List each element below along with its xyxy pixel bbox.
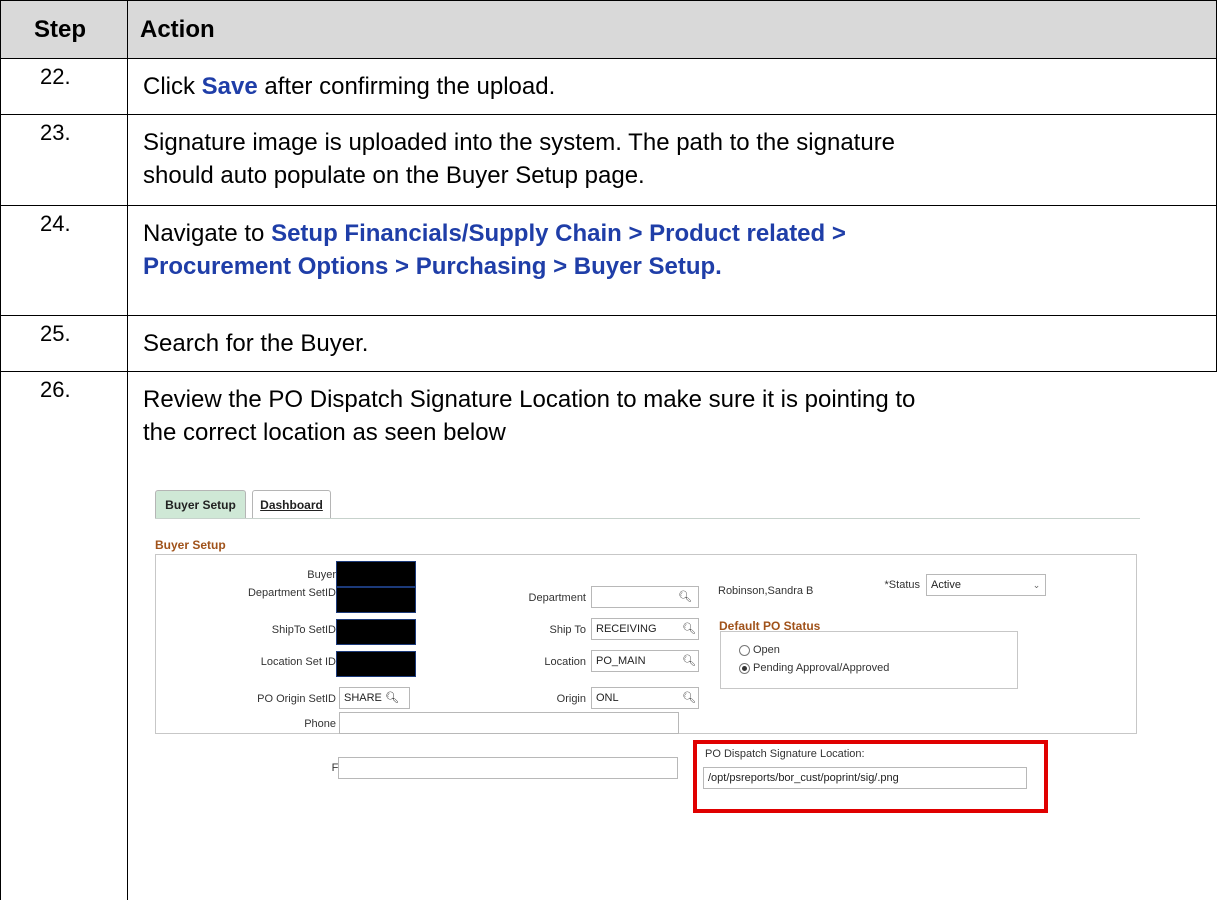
save-link: Save <box>201 73 258 100</box>
step-number: 24. <box>40 211 71 236</box>
status-label: *Status <box>884 579 920 591</box>
default-po-status-group <box>720 631 1018 689</box>
chevron-down-icon[interactable]: ⌄ <box>1028 574 1046 596</box>
step-number: 22. <box>40 64 71 89</box>
buyer-setup-screenshot: Buyer Setup Dashboard Buyer Setup Buyer … <box>155 490 1155 813</box>
buyer-label: Buyer <box>307 569 336 581</box>
redacted-shipto-setid <box>336 619 416 645</box>
step-number: 23. <box>40 120 71 145</box>
lookup-icon[interactable]: 🔍︎ <box>682 691 696 704</box>
dept-setid-label: Department SetID <box>247 587 336 599</box>
section-title: Buyer Setup <box>155 538 226 552</box>
shipto-label: Ship To <box>549 624 587 636</box>
lookup-icon[interactable]: 🔍︎ <box>682 622 696 635</box>
phone-label: Phone <box>304 718 336 730</box>
lookup-icon[interactable]: 🔍︎ <box>678 590 692 603</box>
radio-open[interactable] <box>739 645 750 656</box>
signature-label: PO Dispatch Signature Location: <box>705 748 865 760</box>
radio-open-label: Open <box>753 644 780 656</box>
po-origin-setid-label: PO Origin SetID <box>257 693 336 705</box>
step-number: 26. <box>40 377 71 402</box>
shipto-setid-label: ShipTo SetID <box>271 624 336 636</box>
tab-dashboard[interactable]: Dashboard <box>252 490 331 518</box>
nav-path-link: Procurement Options > Purchasing > Buyer… <box>143 253 722 280</box>
step-25-text: Search for the Buyer. <box>143 330 369 357</box>
radio-pending-label: Pending Approval/Approved <box>753 662 890 674</box>
lookup-icon[interactable]: 🔍︎ <box>682 654 696 667</box>
step-22-text: Click Save after confirming the upload. <box>143 73 556 100</box>
step-24-text: Navigate to Setup Financials/Supply Chai… <box>143 220 846 280</box>
department-label: Department <box>528 592 586 604</box>
signature-location-field[interactable]: /opt/psreports/bor_cust/poprint/sig/.png <box>703 767 1027 789</box>
phone-field[interactable] <box>339 712 679 734</box>
step-26-text: Review the PO Dispatch Signature Locatio… <box>143 386 916 446</box>
location-setid-label: Location Set ID <box>260 656 336 668</box>
redacted-location-setid <box>336 651 416 677</box>
origin-label: Origin <box>556 693 586 705</box>
location-label: Location <box>544 656 586 668</box>
status-select[interactable]: Active <box>926 574 1028 596</box>
buyer-name: Robinson,Sandra B <box>718 585 814 597</box>
tab-buyer-setup[interactable]: Buyer Setup <box>155 490 246 518</box>
instruction-table: Step Action 22. Click Save after confirm… <box>0 0 1217 900</box>
nav-path-link: Setup Financials/Supply Chain > Product … <box>271 220 846 247</box>
redacted-dept-setid <box>336 587 416 613</box>
header-step: Step <box>34 16 87 43</box>
step-number: 25. <box>40 321 71 346</box>
lookup-icon[interactable]: 🔍︎ <box>385 692 399 704</box>
fax-field[interactable] <box>338 757 678 779</box>
radio-pending-approval[interactable] <box>739 663 750 674</box>
step-23-text: Signature image is uploaded into the sys… <box>143 129 896 189</box>
po-origin-setid-field[interactable]: SHARE 🔍︎ <box>339 687 410 709</box>
header-action: Action <box>140 16 215 43</box>
redacted-buyer <box>336 561 416 587</box>
